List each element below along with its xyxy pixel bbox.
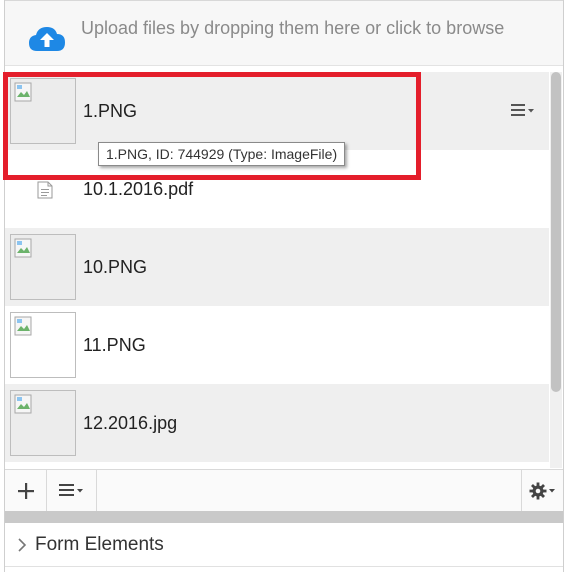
list-menu-icon xyxy=(58,484,83,496)
file-name[interactable]: 1.PNG xyxy=(83,101,137,122)
scrollbar-thumb[interactable] xyxy=(551,72,561,392)
file-toolbar xyxy=(5,469,563,512)
panel-splitter[interactable] xyxy=(5,511,563,523)
file-row[interactable]: 12.2016.jpg xyxy=(5,384,549,462)
file-thumbnail xyxy=(10,390,76,456)
file-row[interactable]: 1.PNG xyxy=(5,72,549,150)
file-name[interactable]: 10.1.2016.pdf xyxy=(83,179,193,200)
file-row[interactable]: 11.PNG xyxy=(5,306,549,384)
file-row[interactable]: 10.PNG xyxy=(5,228,549,306)
chevron-right-icon xyxy=(18,538,27,552)
file-thumbnail xyxy=(10,234,76,300)
settings-button[interactable] xyxy=(521,470,563,512)
document-icon xyxy=(37,181,53,199)
file-tooltip: 1.PNG, ID: 744929 (Type: ImageFile) xyxy=(98,142,346,166)
broken-image-icon xyxy=(14,82,32,102)
file-name[interactable]: 11.PNG xyxy=(83,335,146,356)
form-elements-section[interactable]: Form Elements xyxy=(5,523,563,567)
file-list: 1.PNG 10.1.2016.pdf 10.PNG 11.PNG 12.201… xyxy=(5,72,549,468)
broken-image-icon xyxy=(14,238,32,258)
list-menu-button[interactable] xyxy=(47,470,97,512)
add-file-button[interactable] xyxy=(5,470,47,512)
upload-dropzone[interactable]: Upload files by dropping them here or cl… xyxy=(5,0,563,66)
broken-image-icon xyxy=(14,394,32,414)
row-menu-icon[interactable] xyxy=(511,103,535,119)
file-list-scrollbar[interactable] xyxy=(550,72,562,468)
gear-icon xyxy=(529,482,555,500)
file-thumbnail xyxy=(10,312,76,378)
section-label: Form Elements xyxy=(35,534,164,555)
file-name[interactable]: 10.PNG xyxy=(83,257,147,278)
cloud-upload-icon xyxy=(29,27,65,51)
broken-image-icon xyxy=(14,316,32,336)
file-name[interactable]: 12.2016.jpg xyxy=(83,413,177,434)
upload-instructions: Upload files by dropping them here or cl… xyxy=(81,18,505,38)
file-manager-panel: Upload files by dropping them here or cl… xyxy=(4,0,564,572)
file-thumbnail xyxy=(10,78,76,144)
plus-icon xyxy=(17,483,34,499)
